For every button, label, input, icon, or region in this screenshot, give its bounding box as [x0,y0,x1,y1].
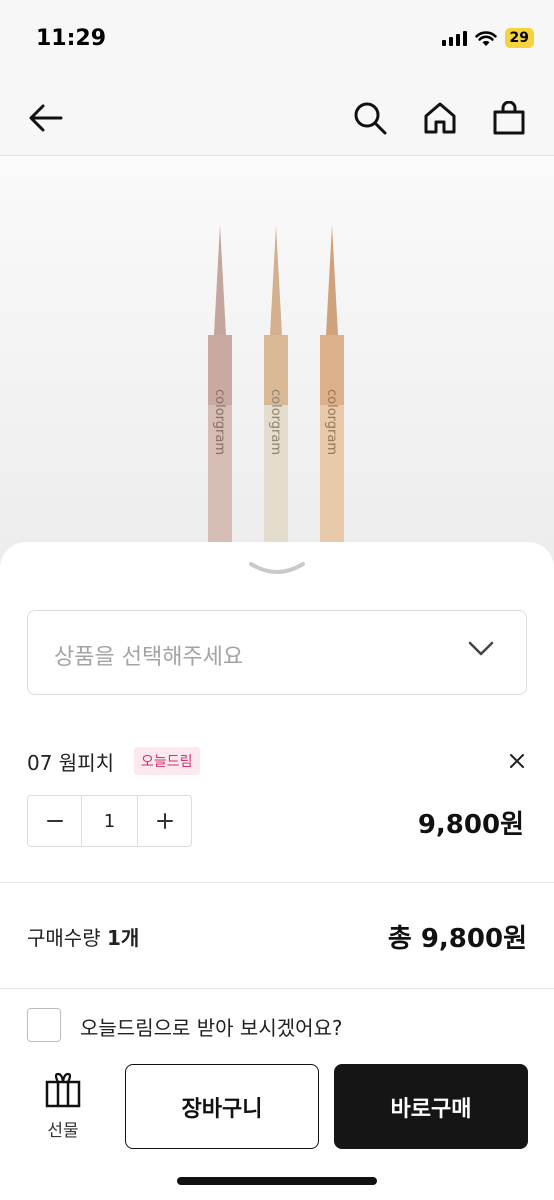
total-price: 총 9,800원 [387,924,527,954]
divider [0,882,554,883]
quantity-stepper[interactable]: 1 [27,795,192,847]
product-pencils-illustration: colorgram colorgram colorgram [208,225,344,577]
signal-icon [441,30,467,46]
battery-icon: 29 [504,28,534,48]
shopping-bag-icon[interactable] [489,98,529,138]
today-dream-label[interactable]: 오늘드림으로 받아 보시겠어요? [80,1012,343,1041]
home-icon[interactable] [420,98,460,138]
home-indicator [177,1177,377,1185]
purchase-quantity-count: 1개 [106,926,140,950]
option-price: 9,800원 [417,810,524,840]
decrease-button[interactable] [28,796,81,846]
status-time: 11:29 [36,26,107,51]
gift-icon [45,1072,81,1108]
option-select[interactable]: 상품을 선택해주세요 [27,610,527,695]
brand-text-3: colorgram [324,389,339,455]
option-sheet: 상품을 선택해주세요 07 웜피치 오늘드림 1 9,800원 구매수량 1개 … [0,542,554,1200]
minus-icon [46,820,63,822]
gift-label: 선물 [47,1121,79,1141]
purchase-quantity-text: 구매수량 [27,926,101,950]
close-icon[interactable] [507,751,527,771]
brand-text-2: colorgram [268,389,283,455]
product-image: colorgram colorgram colorgram [0,157,554,577]
back-arrow-icon[interactable] [26,98,66,138]
today-dream-badge: 오늘드림 [134,747,200,775]
purchase-quantity-label: 구매수량 1개 [27,922,139,951]
status-bar: 11:29 29 [0,0,554,80]
wifi-icon [474,30,497,46]
chevron-down-icon [249,562,305,574]
sheet-handle[interactable] [247,560,307,582]
divider [0,988,554,989]
quantity-value[interactable]: 1 [81,796,138,846]
selected-option: 07 웜피치 오늘드림 [27,747,527,777]
chevron-down-icon [468,641,494,656]
brand-text-1: colorgram [212,389,227,455]
add-to-cart-button[interactable]: 장바구니 [125,1064,319,1149]
status-icons: 29 [441,28,534,48]
option-name: 07 웜피치 [27,751,115,775]
today-dream-checkbox[interactable] [27,1008,61,1042]
increase-button[interactable] [138,796,191,846]
search-icon[interactable] [350,98,390,138]
top-nav [0,80,554,156]
plus-icon [156,813,173,829]
buy-now-button[interactable]: 바로구매 [334,1064,528,1149]
option-select-placeholder: 상품을 선택해주세요 [54,645,244,670]
gift-button[interactable]: 선물 [40,1072,86,1142]
